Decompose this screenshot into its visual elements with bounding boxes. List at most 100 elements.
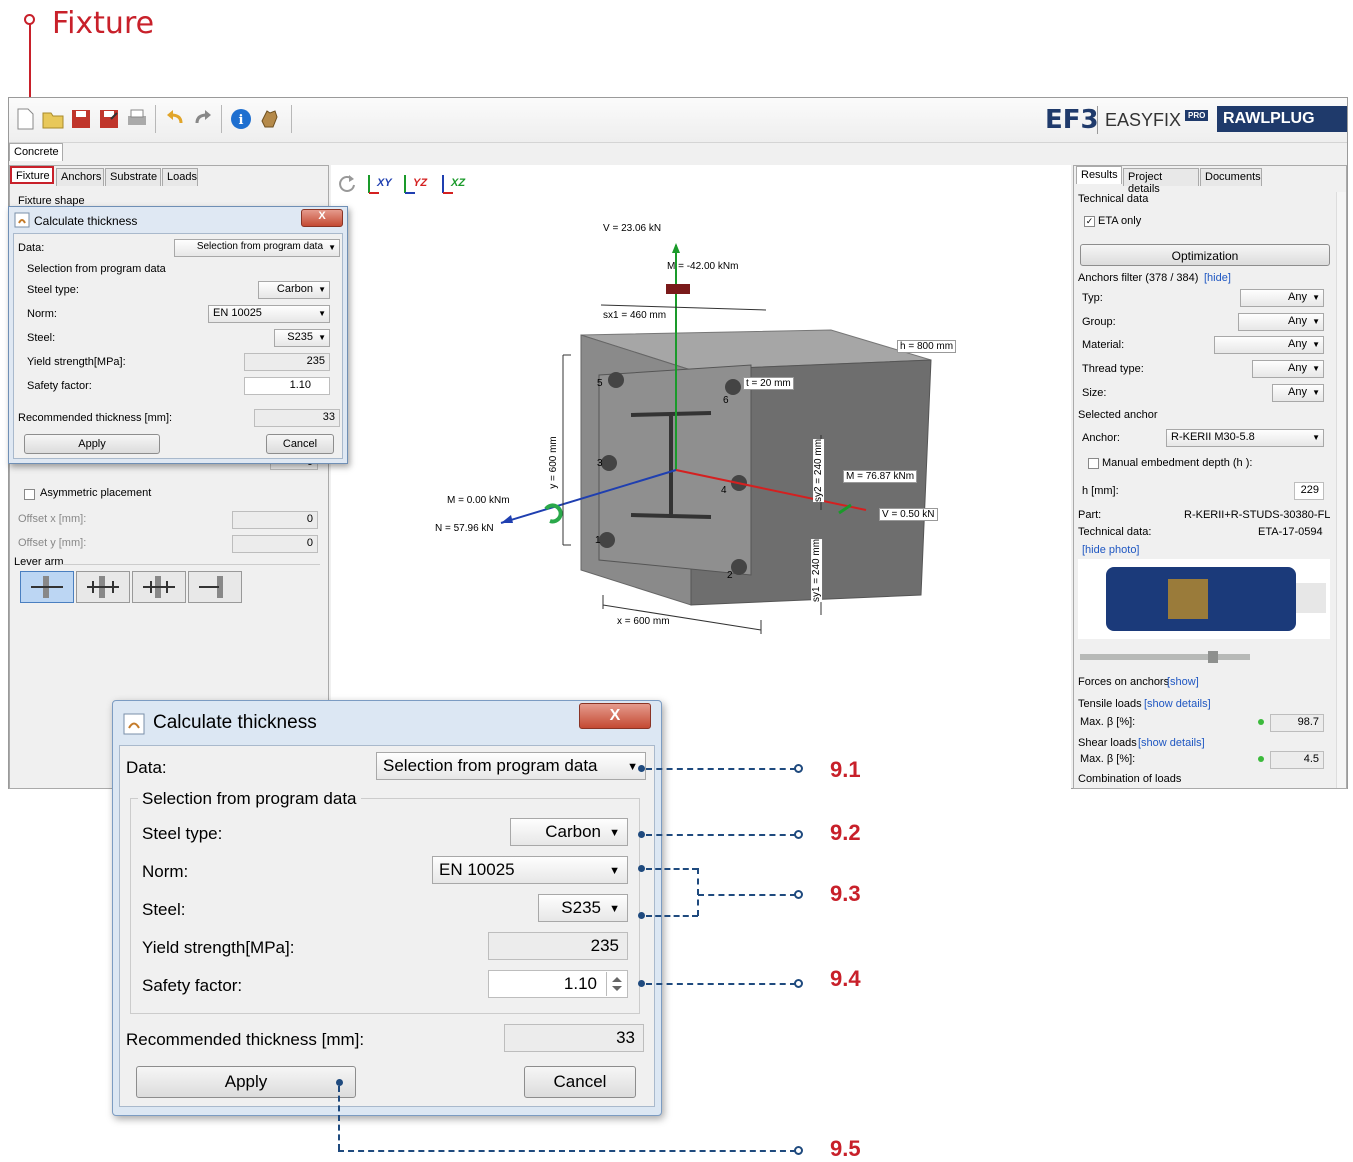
tensile-show-details-link[interactable]: [show details] — [1144, 698, 1211, 710]
asymmetric-label: Asymmetric placement — [40, 487, 152, 499]
yield-field-large: 235 — [488, 932, 628, 960]
norm-label-large: Norm: — [142, 862, 189, 881]
shear-loads-label: Shear loads — [1078, 737, 1137, 749]
redo-icon[interactable] — [191, 107, 215, 131]
norm-select[interactable]: EN 10025 — [208, 305, 330, 323]
max-bn-label: Max. β [%]: — [1080, 716, 1136, 728]
lever-arm-option-3[interactable] — [132, 571, 186, 603]
filter-material-label: Material: — [1082, 339, 1125, 351]
lever-arm-divider — [60, 564, 320, 565]
data-select[interactable]: Selection from program data — [174, 239, 340, 257]
hide-photo-link[interactable]: [hide photo] — [1082, 544, 1140, 556]
product-photo — [1078, 559, 1330, 639]
filter-group-select[interactable]: Any — [1238, 313, 1324, 331]
steel-select-large[interactable]: S235 — [538, 894, 628, 922]
eta-only-label: ETA only — [1098, 215, 1142, 227]
shear-show-details-link[interactable]: [show details] — [1138, 737, 1205, 749]
steel-type-select-large[interactable]: Carbon — [510, 818, 628, 846]
eta-only-checkbox[interactable]: ✓ — [1084, 216, 1095, 227]
tab-concrete[interactable]: Concrete — [9, 143, 63, 161]
lever-arm-option-1[interactable] — [20, 571, 74, 603]
dialog-small-body: Data: Selection from program data Select… — [13, 233, 343, 459]
cancel-button-small[interactable]: Cancel — [266, 434, 334, 454]
label-vx: V = 0.50 kN — [879, 508, 938, 521]
safety-label: Safety factor: — [27, 380, 92, 392]
steel-type-select[interactable]: Carbon — [258, 281, 330, 299]
label-sy2: sy2 = 240 mm — [813, 438, 825, 503]
filter-material-select[interactable]: Any — [1214, 336, 1324, 354]
dialog-close-button[interactable]: X — [579, 703, 651, 729]
open-folder-icon[interactable] — [41, 107, 65, 131]
anchor-label: Anchor: — [1082, 432, 1120, 444]
tab-anchors[interactable]: Anchors — [56, 168, 104, 186]
filter-size-select[interactable]: Any — [1272, 384, 1324, 402]
cancel-button[interactable]: Cancel — [524, 1066, 636, 1098]
tab-project-details[interactable]: Project details — [1123, 168, 1199, 195]
callout-9-1-line — [646, 768, 796, 770]
hef-field[interactable]: 229 — [1294, 482, 1324, 500]
filter-typ-select[interactable]: Any — [1240, 289, 1324, 307]
label-sy1: sy1 = 240 mm — [811, 538, 823, 603]
part-value: R-KERII+R-STUDS-30380-FL — [1184, 509, 1331, 521]
data-label: Data: — [18, 242, 45, 254]
dialog-title: Calculate thickness — [153, 712, 317, 733]
tensile-status-dot — [1258, 719, 1264, 725]
shear-status-dot — [1258, 756, 1264, 762]
anchor-number-5: 5 — [597, 378, 603, 389]
recommended-field: 33 — [254, 409, 340, 427]
callout-9-5-vertical — [338, 1086, 340, 1150]
new-file-icon[interactable] — [13, 107, 37, 131]
toolbar: i EF3 EASYFIX PRO RAWLPLUG — [9, 98, 1347, 143]
tab-fixture[interactable]: Fixture — [10, 166, 54, 184]
hand-icon[interactable] — [257, 107, 281, 131]
right-panel-scrollbar[interactable] — [1336, 192, 1346, 788]
easyfix-logo: EASYFIX — [1105, 110, 1182, 130]
apply-button[interactable]: Apply — [136, 1066, 356, 1098]
max-bn-field: 98.7 — [1270, 714, 1324, 732]
callout-9-4-line — [646, 983, 796, 985]
viewport-3d[interactable]: XY YZ XZ V = 23.06 kN M = -42.00 kNm sx1… — [331, 165, 1071, 789]
max-bv-field: 4.5 — [1270, 751, 1324, 769]
lever-arm-option-2[interactable] — [76, 571, 130, 603]
yield-label-large: Yield strength[MPa]: — [142, 938, 295, 957]
anchor-select[interactable]: R-KERII M30-5.8 — [1166, 429, 1324, 447]
filter-thread-select[interactable]: Any — [1252, 360, 1324, 378]
steel-select[interactable]: S235 — [274, 329, 330, 347]
hef-label: h [mm]: — [1082, 485, 1119, 497]
tab-documents[interactable]: Documents — [1200, 168, 1262, 186]
callout-9-2-line — [646, 834, 796, 836]
lever-arm-heading: Lever arm — [14, 556, 64, 568]
forces-show-link[interactable]: [show] — [1167, 676, 1199, 688]
techdata-value: ETA-17-0594 — [1258, 526, 1323, 538]
tab-substrate[interactable]: Substrate — [105, 168, 161, 186]
undo-icon[interactable] — [163, 107, 187, 131]
toolbar-separator — [221, 105, 222, 133]
steel-type-label-large: Steel type: — [142, 824, 223, 843]
save-as-icon[interactable] — [97, 107, 121, 131]
offset-x-field[interactable]: 0 — [232, 511, 318, 529]
tab-results[interactable]: Results — [1076, 166, 1122, 184]
safety-spinner[interactable] — [606, 972, 626, 996]
save-icon[interactable] — [69, 107, 93, 131]
anchors-filter-hide-link[interactable]: [hide] — [1204, 272, 1231, 284]
callout-9-5-end — [794, 1146, 803, 1155]
asymmetric-checkbox[interactable] — [24, 489, 35, 500]
manual-embedment-checkbox[interactable] — [1088, 458, 1099, 469]
tab-loads[interactable]: Loads — [162, 168, 198, 186]
steel-type-label: Steel type: — [27, 284, 79, 296]
anchors-filter-heading: Anchors filter (378 / 384) — [1078, 272, 1199, 284]
label-h: h = 800 mm — [897, 340, 957, 353]
print-icon[interactable] — [125, 107, 149, 131]
lever-arm-option-4[interactable] — [188, 571, 242, 603]
forces-on-anchors-label: Forces on anchors — [1078, 676, 1170, 688]
norm-select-large[interactable]: EN 10025 — [432, 856, 628, 884]
yield-label: Yield strength[MPa]: — [27, 356, 126, 368]
callout-9-2: 9.2 — [830, 820, 861, 845]
apply-button-small[interactable]: Apply — [24, 434, 160, 454]
dialog-small-close-button[interactable]: X — [301, 209, 343, 227]
offset-y-field[interactable]: 0 — [232, 535, 318, 553]
safety-field[interactable]: 1.10 — [244, 377, 330, 395]
data-select-large[interactable]: Selection from program data — [376, 752, 646, 780]
info-icon[interactable]: i — [229, 107, 253, 131]
optimization-button[interactable]: Optimization — [1080, 244, 1330, 266]
